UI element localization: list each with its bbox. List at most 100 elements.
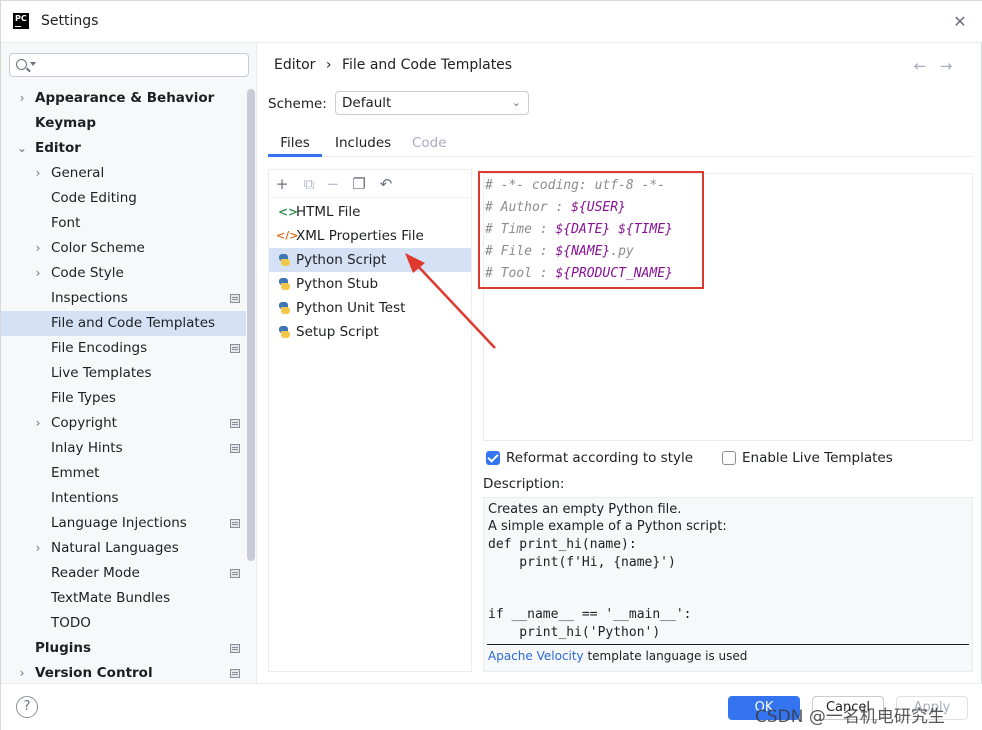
sidebar-item-file-encodings[interactable]: File Encodings <box>1 336 246 361</box>
reset-icon[interactable]: ↶ <box>376 174 396 194</box>
sidebar-item-editor[interactable]: ⌄ Editor <box>1 136 246 161</box>
csdn-watermark: CSDN @一名机电研究生 <box>755 707 945 727</box>
pycharm-logo-icon: PC <box>13 13 29 29</box>
sidebar-item-natural-languages[interactable]: › Natural Languages <box>1 536 246 561</box>
template-item-label: Python Stub <box>296 276 379 292</box>
settings-tree: › Appearance & Behavior Keymap ⌄ Editor › Gene… <box>1 86 246 686</box>
project-level-icon <box>230 344 240 353</box>
breadcrumb-current: File and Code Templates <box>341 57 513 73</box>
settings-search-input[interactable] <box>9 53 249 77</box>
forward-arrow-icon[interactable]: → <box>938 57 954 75</box>
reformat-label[interactable]: Reformat according to style <box>506 450 693 466</box>
tab-code: Code <box>412 135 447 151</box>
settings-window: PC Settings ✕ › Appearance & Behavior Keym… <box>0 0 982 730</box>
description-code-line: print(f'Hi, {name}') <box>488 555 676 570</box>
sidebar-item-language-injections[interactable]: Language Injections <box>1 511 246 536</box>
sidebar-item-label: TODO <box>51 615 91 631</box>
annotation-highlight-box <box>478 171 704 289</box>
scheme-label: Scheme: <box>268 96 327 112</box>
template-item-python-unit-test[interactable]: Python Unit Test <box>269 296 471 320</box>
sidebar-item-intentions[interactable]: Intentions <box>1 486 246 511</box>
sidebar-item-label: Editor <box>35 140 81 156</box>
sidebar-item-code-style[interactable]: › Code Style <box>1 261 246 286</box>
sidebar-item-todo[interactable]: TODO <box>1 611 246 636</box>
template-list-panel: + ⧉ − ❐ ↶ <> HTML File </> XML Properties F… <box>268 169 472 672</box>
template-item-label: Python Unit Test <box>296 300 406 316</box>
description-panel: Creates an empty Python file. A simple e… <box>483 497 973 672</box>
sidebar-item-reader-mode[interactable]: Reader Mode <box>1 561 246 586</box>
chevron-right-icon[interactable]: › <box>32 536 44 561</box>
project-level-icon <box>230 519 240 528</box>
project-level-icon <box>230 569 240 578</box>
reformat-checkbox[interactable] <box>486 451 500 465</box>
tab-includes[interactable]: Includes <box>335 135 391 157</box>
sidebar-item-label: Copyright <box>51 415 117 431</box>
template-item-setup-script[interactable]: Setup Script <box>269 320 471 344</box>
project-level-icon <box>230 444 240 453</box>
description-code-line: print_hi('Python') <box>488 625 661 640</box>
chevron-right-icon[interactable]: › <box>32 261 44 286</box>
sidebar-item-label: File and Code Templates <box>51 315 216 331</box>
sidebar-item-inspections[interactable]: Inspections <box>1 286 246 311</box>
sidebar-item-label: Reader Mode <box>51 565 140 581</box>
template-item-html-file[interactable]: <> HTML File <box>269 200 471 224</box>
sidebar-item-code-editing[interactable]: Code Editing <box>1 186 246 211</box>
project-level-icon <box>230 644 240 653</box>
template-item-python-stub[interactable]: Python Stub <box>269 272 471 296</box>
sidebar-item-appearance-behavior[interactable]: › Appearance & Behavior <box>1 86 246 111</box>
back-arrow-icon[interactable]: ← <box>912 57 928 75</box>
sidebar-scrollbar[interactable] <box>247 89 255 561</box>
help-icon[interactable]: ? <box>16 696 38 718</box>
sidebar-item-inlay-hints[interactable]: Inlay Hints <box>1 436 246 461</box>
sidebar-item-live-templates[interactable]: Live Templates <box>1 361 246 386</box>
sidebar-item-file-and-code-templates[interactable]: File and Code Templates <box>1 311 246 336</box>
python-icon <box>278 278 290 290</box>
add-icon[interactable]: + <box>272 174 292 194</box>
tab-files[interactable]: Files <box>268 135 322 157</box>
sidebar-item-plugins[interactable]: Plugins <box>1 636 246 661</box>
sidebar-item-file-types[interactable]: File Types <box>1 386 246 411</box>
title-bar: PC Settings ✕ <box>1 1 982 43</box>
sidebar-item-copyright[interactable]: › Copyright <box>1 411 246 436</box>
sidebar-item-label: General <box>51 165 105 181</box>
project-level-icon <box>230 419 240 428</box>
description-text-line: A simple example of a Python script: <box>488 519 727 534</box>
sidebar-item-label: File Encodings <box>51 340 148 356</box>
sidebar-item-emmet[interactable]: Emmet <box>1 461 246 486</box>
sidebar-item-label: File Types <box>51 390 116 406</box>
sidebar-item-font[interactable]: Font <box>1 211 246 236</box>
template-item-xml-properties-file[interactable]: </> XML Properties File <box>269 224 471 248</box>
close-icon[interactable]: ✕ <box>952 14 968 30</box>
python-icon <box>278 326 290 338</box>
scheme-select[interactable]: Default ⌄ <box>335 91 529 115</box>
sidebar-item-color-scheme[interactable]: › Color Scheme <box>1 236 246 261</box>
sidebar-item-textmate-bundles[interactable]: TextMate Bundles <box>1 586 246 611</box>
sidebar-item-keymap[interactable]: Keymap <box>1 111 246 136</box>
breadcrumb: Editor › File and Code Templates <box>274 57 518 73</box>
template-item-python-script[interactable]: Python Script <box>269 248 471 272</box>
sidebar-item-label: TextMate Bundles <box>51 590 171 606</box>
live-templates-checkbox[interactable] <box>722 451 736 465</box>
sidebar-item-label: Emmet <box>51 465 100 481</box>
search-icon <box>16 59 27 70</box>
chevron-right-icon[interactable]: › <box>32 411 44 436</box>
live-templates-label[interactable]: Enable Live Templates <box>742 450 893 466</box>
breadcrumb-editor[interactable]: Editor <box>274 57 315 73</box>
template-tabs: Files Includes Code <box>268 125 972 157</box>
sidebar-item-label: Color Scheme <box>51 240 145 256</box>
scheme-value: Default <box>342 95 392 111</box>
template-item-label: XML Properties File <box>296 228 424 244</box>
copy-icon[interactable]: ❐ <box>349 174 369 194</box>
sidebar-item-general[interactable]: › General <box>1 161 246 186</box>
sidebar-item-label: Code Style <box>51 265 124 281</box>
description-code-line: def print_hi(name): <box>488 537 637 552</box>
chevron-down-icon[interactable]: ⌄ <box>16 136 28 161</box>
chevron-right-icon[interactable]: › <box>32 161 44 186</box>
sidebar-item-label: Language Injections <box>51 515 187 531</box>
chevron-right-icon[interactable]: › <box>32 236 44 261</box>
sidebar-item-label: Plugins <box>35 640 92 656</box>
sidebar-item-label: Inspections <box>51 290 128 306</box>
apache-velocity-link[interactable]: Apache Velocity <box>488 649 584 663</box>
chevron-right-icon[interactable]: › <box>16 86 28 111</box>
search-history-chevron-icon[interactable] <box>30 62 36 66</box>
